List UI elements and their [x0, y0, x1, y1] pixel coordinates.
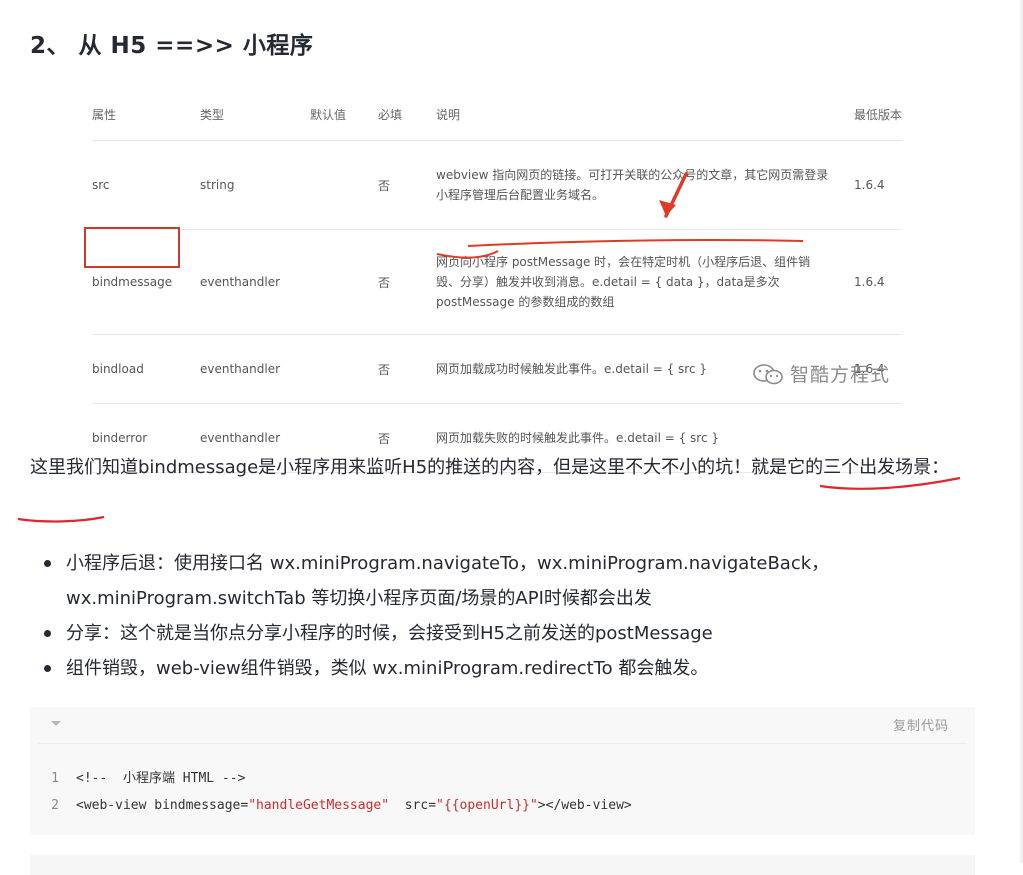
- code-lines: 1 <!-- 小程序端 HTML --> 2 <web-view bindmes…: [30, 765, 632, 819]
- next-code-block: [30, 855, 975, 875]
- copy-code-button[interactable]: 复制代码: [893, 715, 949, 734]
- section-heading: 2、 从 H5 ==>> 小程序: [30, 33, 314, 59]
- code-block-header: 复制代码: [38, 707, 967, 744]
- list-item: 分享：这个就是当你点分享小程序的时候，会接受到H5之前发送的postMessag…: [42, 616, 982, 651]
- code-block: 复制代码 1 <!-- 小程序端 HTML --> 2 <web-view bi…: [30, 707, 975, 835]
- code-string: "handleGetMessage": [248, 798, 390, 813]
- code-line: 2 <web-view bindmessage= "handleGetMessag…: [30, 792, 632, 819]
- code-string: "{{openUrl}}": [436, 798, 538, 813]
- wechat-icon: [753, 363, 783, 384]
- collapse-arrow-icon[interactable]: [51, 721, 61, 726]
- watermark: 智酷方程式: [752, 360, 890, 387]
- code-token: ></web-view>: [537, 798, 632, 813]
- underline-annotation: [467, 238, 804, 247]
- underline-annotation: [436, 250, 499, 259]
- code-line: 1 <!-- 小程序端 HTML -->: [30, 765, 632, 792]
- underline-annotation: [17, 515, 105, 523]
- bullet-list: 小程序后退：使用接口名 wx.miniProgram.navigateTo，wx…: [42, 546, 982, 686]
- line-number: 2: [51, 798, 59, 813]
- body-paragraph: 这里我们知道bindmessage是小程序用来监听H5的推送的内容，但是这里不大…: [30, 457, 950, 478]
- list-item: 组件销毁，web-view组件销毁，类似 wx.miniProgram.redi…: [42, 651, 982, 686]
- code-comment: <!-- 小程序端 HTML -->: [76, 771, 246, 786]
- list-item: 小程序后退：使用接口名 wx.miniProgram.navigateTo，wx…: [42, 546, 982, 616]
- watermark-text: 智酷方程式: [790, 364, 891, 386]
- desc-line: 网页加载失败的时候触发此事件。e.detail = { src }: [436, 431, 720, 445]
- table-screenshot-image: 属性 类型 默认值 必填 说明 最低版本 src string 否 webvie…: [80, 88, 910, 473]
- code-token: src=: [389, 798, 437, 813]
- line-number: 1: [51, 771, 59, 786]
- code-token: <web-view bindmessage=: [76, 798, 249, 813]
